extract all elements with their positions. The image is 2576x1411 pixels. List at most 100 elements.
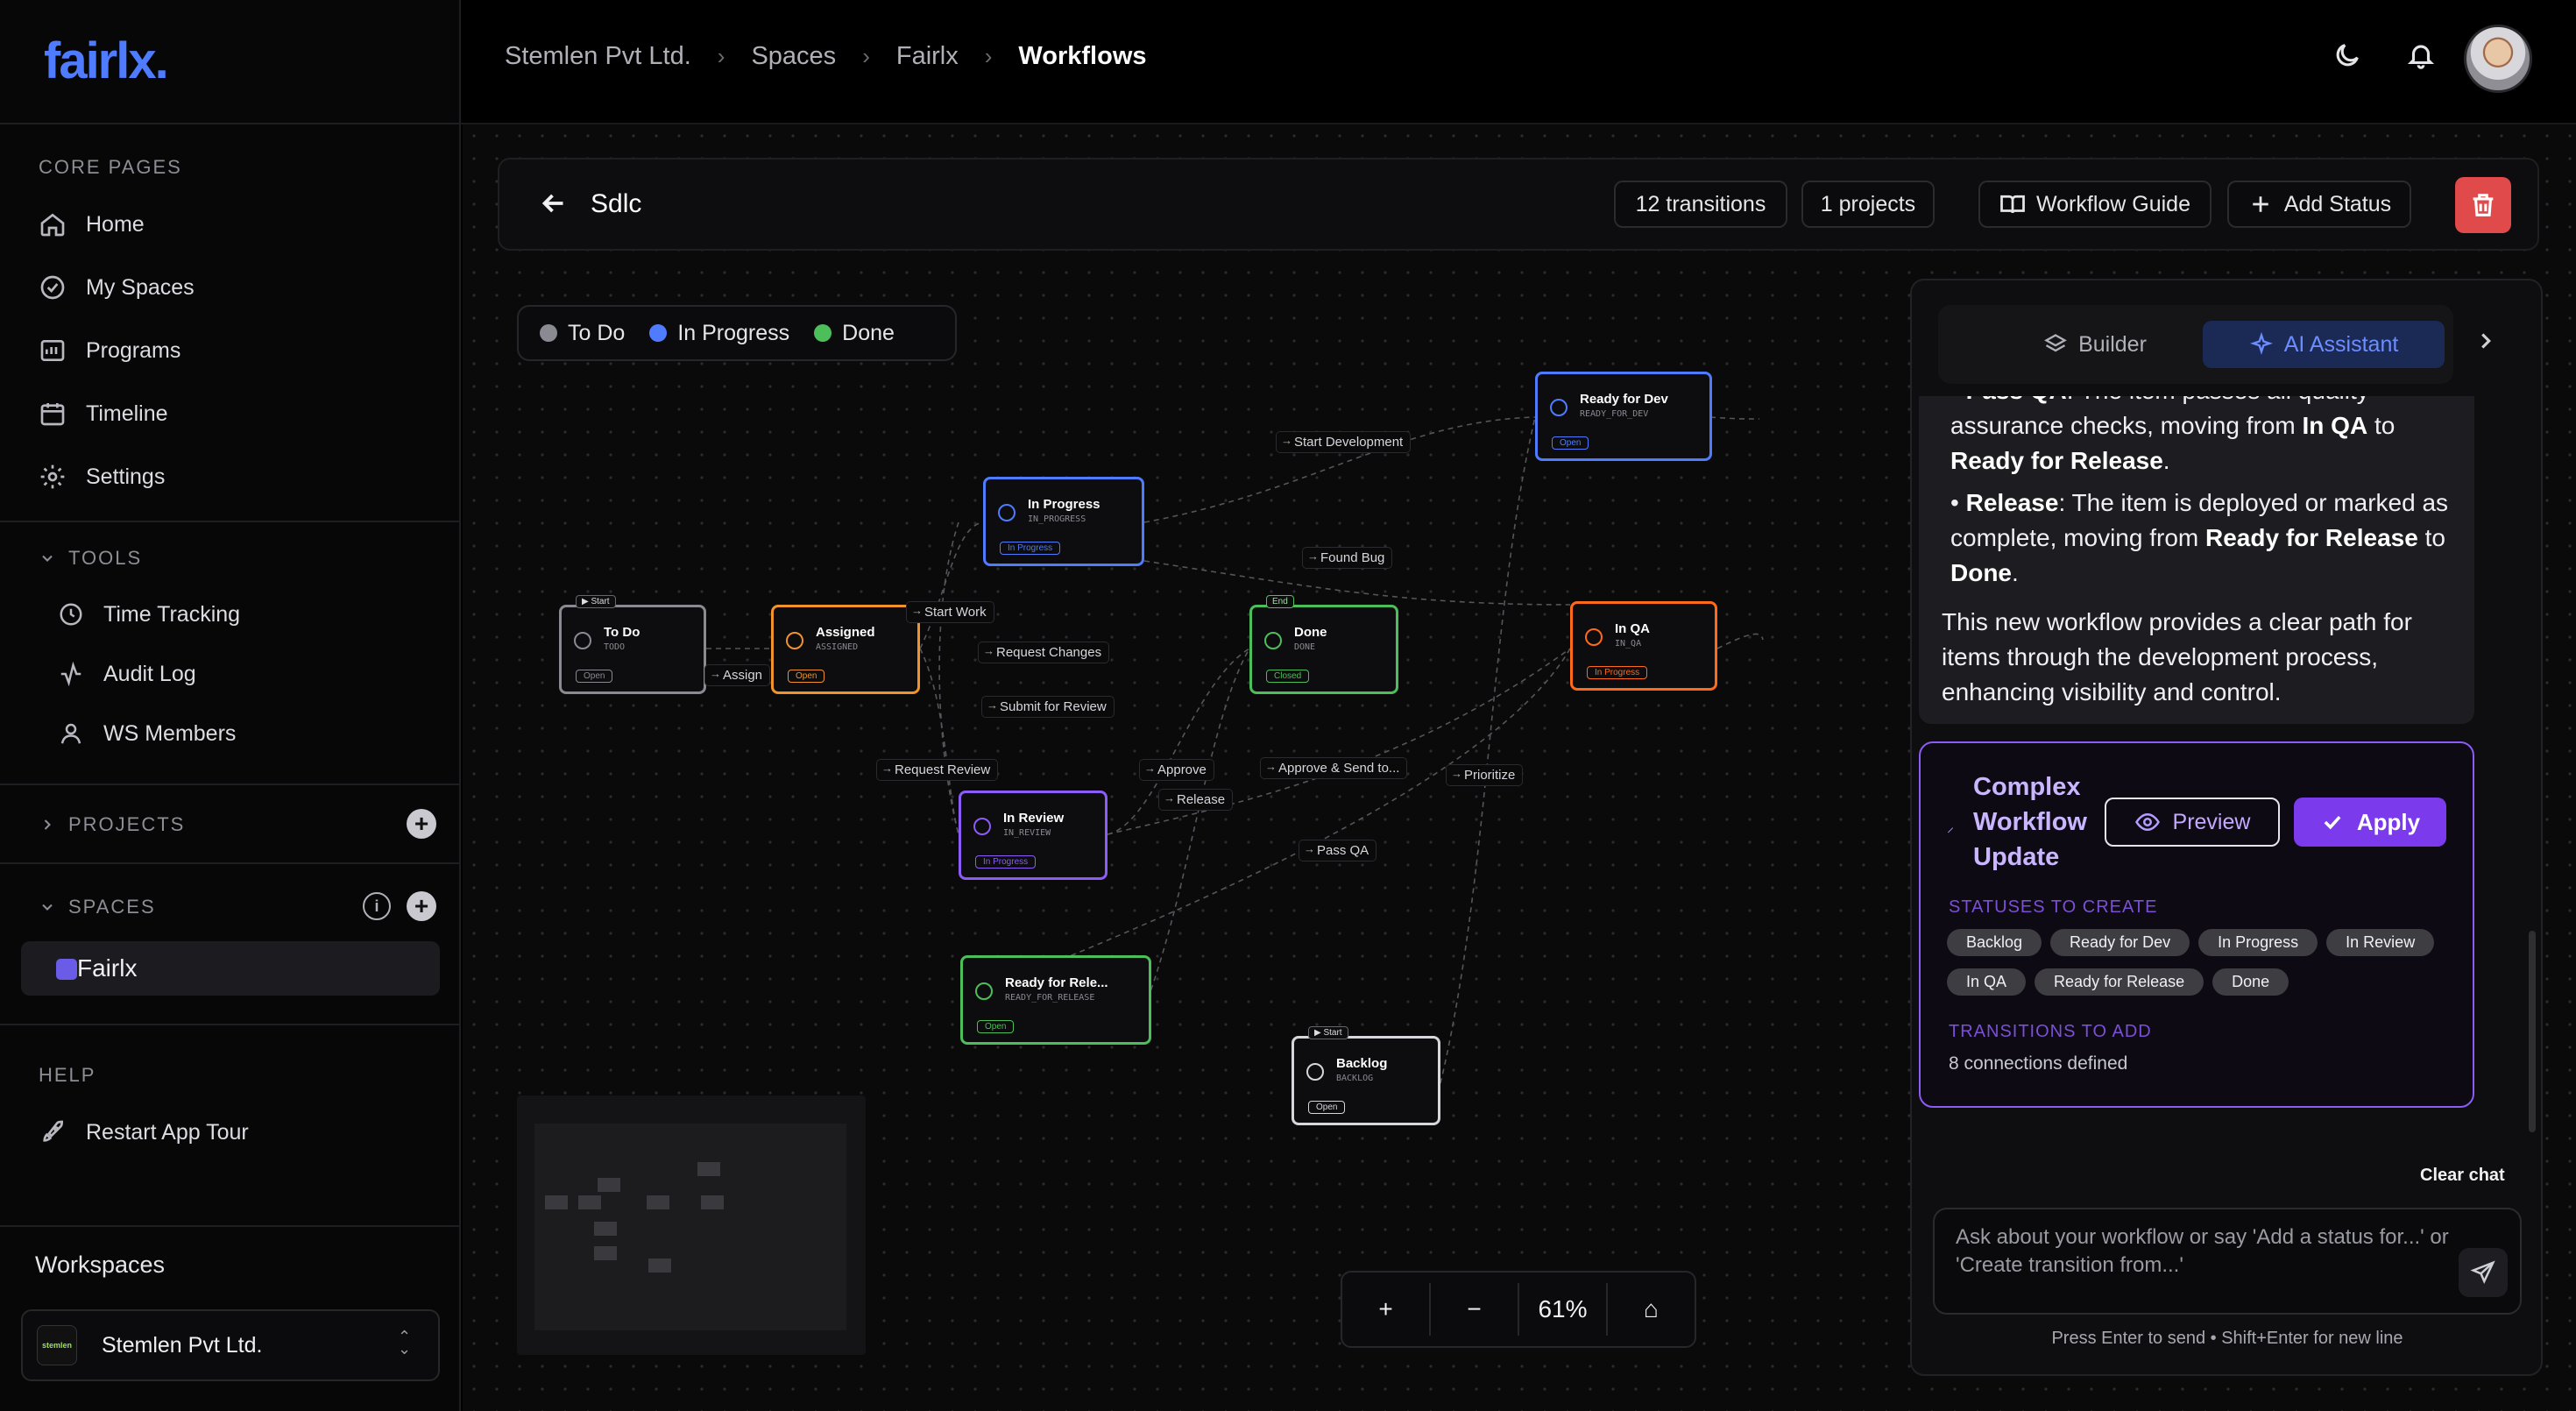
- avatar[interactable]: [2464, 25, 2532, 93]
- chat-input[interactable]: Ask about your workflow or say 'Add a st…: [1933, 1208, 2522, 1315]
- activity-icon: [60, 661, 81, 687]
- bell-icon: [2407, 45, 2435, 69]
- legend-label: To Do: [568, 320, 626, 345]
- sidebar-item-space-fairlx[interactable]: Fairlx: [21, 941, 440, 996]
- back-button[interactable]: [538, 188, 573, 223]
- edge-label[interactable]: Assign: [704, 664, 771, 686]
- fit-view-button[interactable]: ⌂: [1608, 1295, 1695, 1323]
- notifications-button[interactable]: [2406, 40, 2441, 75]
- workflow-guide-button[interactable]: Workflow Guide: [1978, 181, 2212, 228]
- workflow-node[interactable]: Backlog BACKLOG Open ▶ Start: [1292, 1026, 1440, 1125]
- node-tag: Open: [788, 670, 825, 683]
- edge-label[interactable]: Start Work: [906, 601, 994, 623]
- spaces-section-toggle[interactable]: SPACES: [39, 896, 156, 918]
- status-chip: In Review: [2326, 929, 2435, 956]
- info-icon[interactable]: i: [363, 892, 391, 920]
- workflow-title: Sdlc: [591, 189, 642, 218]
- sidebar-item-programs[interactable]: Programs: [39, 337, 180, 365]
- node-tag: Open: [1552, 436, 1589, 450]
- moon-icon: [2336, 44, 2359, 67]
- breadcrumb-spaces[interactable]: Spaces: [751, 42, 836, 71]
- workspace-selector[interactable]: Stemlen Pvt Ltd.: [21, 1309, 440, 1381]
- fairlx-logo[interactable]: fairlx.: [44, 32, 169, 90]
- tools-label: TOOLS: [68, 547, 143, 569]
- workflow-node[interactable]: In Review IN_REVIEW In Progress: [959, 791, 1108, 880]
- edge-label[interactable]: Request Changes: [978, 642, 1110, 663]
- sidebar-item-audit-log[interactable]: Audit Log: [58, 661, 196, 687]
- workflow-node[interactable]: In Progress IN_PROGRESS In Progress: [983, 477, 1144, 566]
- sidebar-item-time-tracking[interactable]: Time Tracking: [58, 601, 240, 628]
- tab-builder[interactable]: Builder: [1998, 321, 2192, 368]
- edge-label[interactable]: Found Bug: [1302, 547, 1393, 569]
- chevron-right-icon: [44, 819, 51, 830]
- add-status-button[interactable]: Add Status: [2227, 181, 2411, 228]
- preview-button[interactable]: Preview: [2105, 798, 2280, 847]
- sparkles-icon: [2249, 332, 2273, 355]
- edge-label[interactable]: Prioritize: [1446, 764, 1524, 786]
- zoom-in-button[interactable]: +: [1342, 1295, 1429, 1323]
- workflow-node[interactable]: Ready for Rele... READY_FOR_RELEASE Open: [960, 955, 1151, 1045]
- gear-icon: [40, 464, 65, 489]
- status-icon: [998, 504, 1016, 521]
- minimap[interactable]: [517, 1095, 866, 1355]
- eye-icon: [2134, 812, 2160, 832]
- zoom-out-button[interactable]: −: [1431, 1295, 1518, 1323]
- workflow-node[interactable]: Assigned ASSIGNED Open: [771, 605, 920, 694]
- projects-section-toggle[interactable]: PROJECTS: [39, 813, 185, 836]
- add-space-button[interactable]: +: [407, 891, 436, 921]
- sparkle-icon: ⸝: [1947, 820, 1955, 835]
- edge-label[interactable]: Approve & Send to...: [1260, 757, 1408, 779]
- clear-chat-button[interactable]: Clear chat: [2420, 1166, 2505, 1186]
- send-button[interactable]: [2459, 1248, 2508, 1297]
- edge-label[interactable]: Approve: [1139, 759, 1214, 781]
- assistant-message: • Pass QA: The item passes all quality a…: [1919, 396, 2474, 724]
- delete-workflow-button[interactable]: [2455, 177, 2511, 233]
- sidebar: fairlx. CORE PAGES Home My Spaces Progra…: [0, 0, 461, 1411]
- theme-toggle-button[interactable]: [2332, 40, 2367, 75]
- node-name: In Progress: [1028, 497, 1100, 512]
- sidebar-item-timeline[interactable]: Timeline: [39, 400, 168, 428]
- spaces-label: SPACES: [68, 896, 156, 918]
- sidebar-item-settings[interactable]: Settings: [39, 463, 165, 491]
- restart-app-tour-button[interactable]: Restart App Tour: [39, 1118, 249, 1146]
- tab-ai-assistant[interactable]: AI Assistant: [2203, 321, 2445, 368]
- collapse-panel-button[interactable]: [2473, 328, 2504, 359]
- breadcrumb-space[interactable]: Fairlx: [896, 42, 959, 71]
- add-project-button[interactable]: +: [407, 809, 436, 839]
- plus-icon: [2253, 196, 2268, 212]
- status-icon: [1306, 1063, 1324, 1081]
- legend-todo: To Do: [540, 321, 625, 346]
- node-code: BACKLOG: [1336, 1074, 1374, 1083]
- sidebar-item-label: Programs: [86, 337, 181, 363]
- tools-section-toggle[interactable]: TOOLS: [39, 547, 142, 570]
- sidebar-item-home[interactable]: Home: [39, 210, 145, 238]
- node-tag: In Progress: [1000, 542, 1061, 555]
- apply-button[interactable]: Apply: [2294, 798, 2446, 847]
- sidebar-item-my-spaces[interactable]: My Spaces: [39, 273, 195, 301]
- panel-scrollbar[interactable]: [2529, 931, 2536, 1132]
- arrow-left-icon: [541, 194, 563, 213]
- rocket-icon: [43, 1120, 64, 1142]
- workflow-node[interactable]: To Do TODO Open ▶ Start: [559, 595, 706, 694]
- bold-text: Ready for Release: [2205, 524, 2418, 551]
- check-icon: [2324, 815, 2341, 830]
- node-name: To Do: [604, 625, 640, 640]
- sidebar-item-ws-members[interactable]: WS Members: [58, 720, 236, 747]
- chevron-right-icon: ›: [717, 43, 725, 69]
- workflow-node[interactable]: Ready for Dev READY_FOR_DEV Open: [1535, 372, 1712, 461]
- edge-label[interactable]: Pass QA: [1299, 840, 1377, 861]
- breadcrumb-workspace[interactable]: Stemlen Pvt Ltd.: [505, 42, 691, 71]
- statuses-label: STATUSES TO CREATE: [1949, 897, 2158, 917]
- edge-label[interactable]: Submit for Review: [981, 696, 1115, 718]
- edge-label[interactable]: Request Review: [876, 759, 999, 781]
- legend-label: Done: [842, 320, 895, 345]
- edge-label[interactable]: Release: [1158, 789, 1234, 811]
- status-icon: [973, 818, 991, 835]
- message-closing: This new workflow provides a clear path …: [1942, 608, 2412, 706]
- sidebar-item-label: Audit Log: [103, 661, 196, 686]
- edge-label[interactable]: Start Development: [1276, 431, 1412, 453]
- preview-label: Preview: [2172, 809, 2251, 834]
- workflow-node[interactable]: In QA IN_QA In Progress: [1570, 601, 1717, 691]
- node-tag: Open: [576, 670, 613, 683]
- workflow-node[interactable]: Done DONE Closed End: [1249, 595, 1398, 694]
